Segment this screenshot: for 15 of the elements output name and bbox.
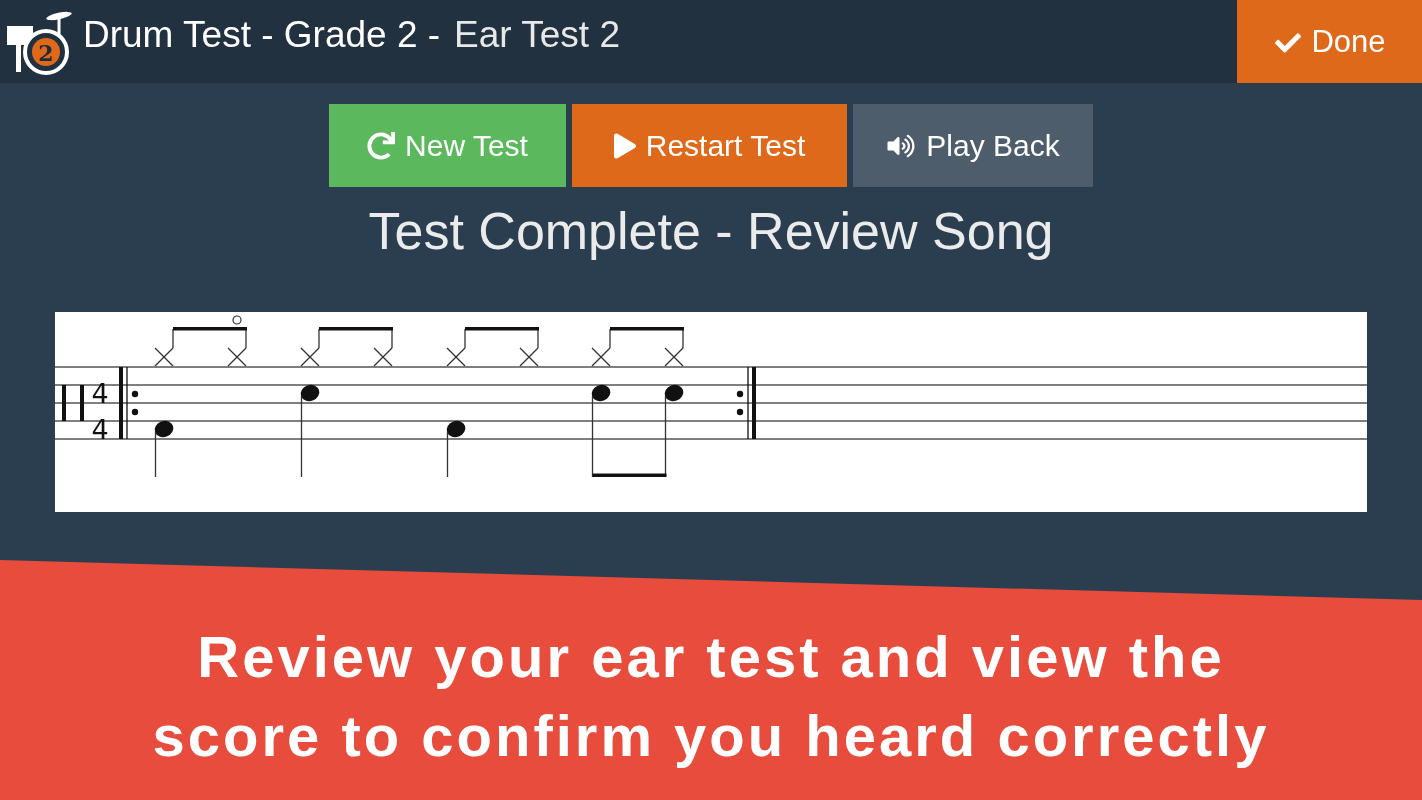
app-title: Drum Test - Grade 2 - [83,13,441,56]
speaker-icon [886,133,917,158]
caption-text: Review your ear test and view the score to confirm you heard correctly [151,623,1271,770]
play-back-button[interactable]: Play Back [853,104,1093,187]
refresh-icon [367,131,396,160]
drum-kit-logo-icon [7,11,72,75]
restart-test-button[interactable]: Restart Test [572,104,847,187]
test-name: Ear Test 2 [454,13,620,56]
review-heading: Test Complete - Review Song [367,201,1055,261]
play-icon [613,132,636,159]
time-signature-top: 4 [91,377,109,409]
done-button[interactable]: Done [1237,0,1422,83]
new-test-button[interactable]: New Test [329,104,566,187]
logo-badge-number: 2 [38,39,54,65]
time-signature-bottom: 4 [91,413,109,445]
